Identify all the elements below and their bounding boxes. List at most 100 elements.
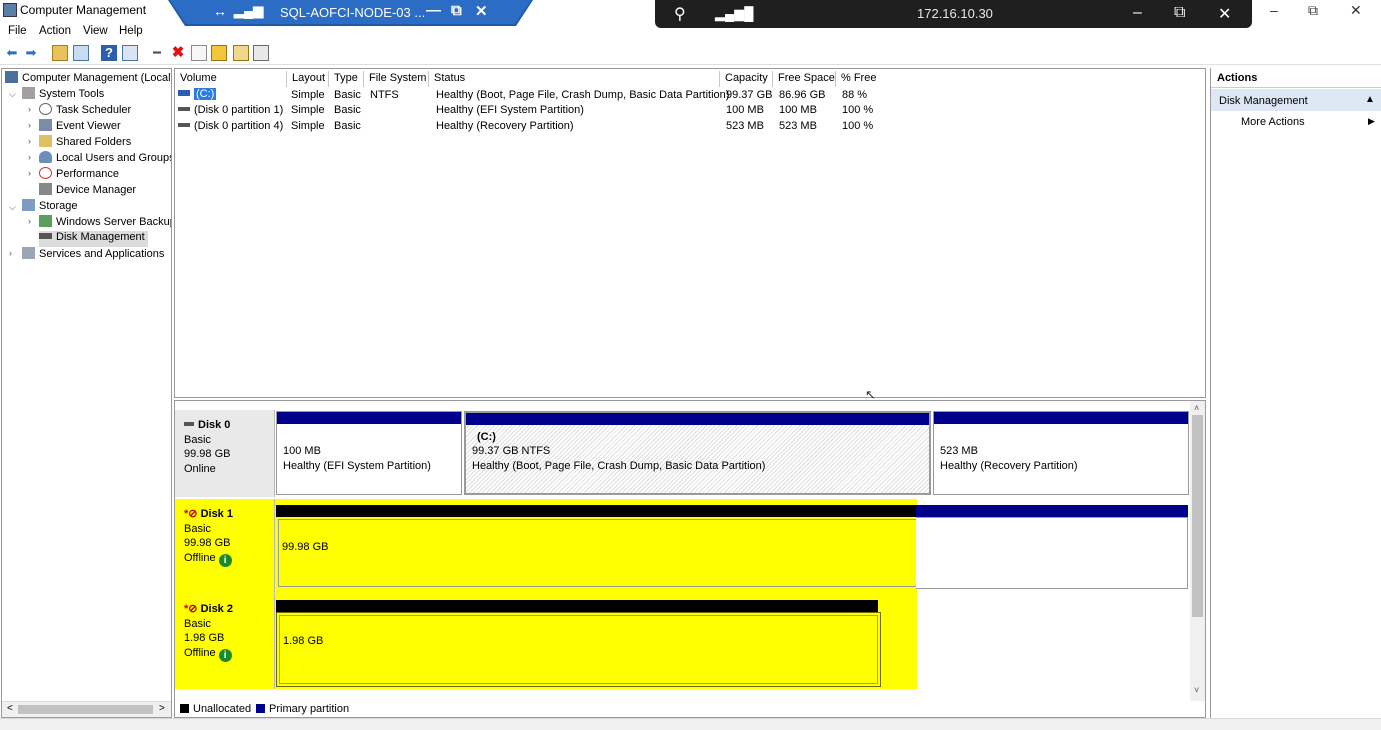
rdp-host-name: SQL-AOFCI-NODE-03 ... [280, 5, 426, 20]
pin-icon[interactable]: ↔ [213, 3, 227, 19]
tree-disk-management[interactable]: Disk Management [39, 231, 148, 247]
minimize-button[interactable]: – [1270, 2, 1278, 18]
menu-help[interactable]: Help [119, 25, 143, 37]
scroll-up-icon[interactable]: ˄ [1194, 403, 1199, 413]
table-cell: Simple [291, 120, 325, 132]
disk-map-scrollbar[interactable]: ˄ ˅ [1190, 401, 1205, 701]
tree-windows-server-backup[interactable]: Windows Server Backup [39, 215, 171, 231]
collapse-chevron-icon[interactable]: ⌵ [9, 89, 16, 100]
tree-device-manager[interactable]: Device Manager [39, 183, 136, 199]
forward-icon[interactable]: ➡ [23, 45, 39, 61]
expand-chevron-icon[interactable]: › [28, 168, 31, 178]
table-row-volume[interactable]: (C:) [194, 88, 217, 100]
offline-disk-icon: *⊘ [184, 603, 198, 615]
expand-chevron-icon[interactable]: › [28, 136, 31, 146]
unpin-icon[interactable]: ⚲ [674, 4, 686, 24]
actions-header: Actions [1211, 68, 1381, 88]
help-icon[interactable]: ? [101, 45, 117, 61]
disk-0-c-partition[interactable]: (C:) 99.37 GB NTFS Healthy (Boot, Page F… [464, 411, 931, 495]
partition-inner-border [279, 615, 878, 684]
up-folder-icon[interactable] [52, 45, 68, 61]
column-header-status[interactable]: Status [429, 71, 720, 87]
list-view-icon[interactable] [253, 45, 269, 61]
actions-section-disk-management[interactable]: Disk Management ▲ [1211, 89, 1381, 111]
partition-status: Healthy (Recovery Partition) [940, 460, 1078, 472]
check-icon[interactable] [191, 45, 207, 61]
column-header-volume[interactable]: Volume [175, 71, 287, 87]
tree-horizontal-scrollbar[interactable]: < > [2, 701, 171, 717]
back-icon[interactable]: ⬅ [4, 45, 20, 61]
scroll-left-icon[interactable]: < [7, 703, 13, 714]
maximize-button[interactable]: ⧉ [1308, 2, 1318, 19]
unallocated-bar [276, 600, 878, 612]
tree-device-manager-label: Device Manager [56, 184, 137, 196]
table-row-volume[interactable]: (Disk 0 partition 4) [194, 120, 283, 132]
tree-storage[interactable]: Storage [22, 199, 78, 215]
info-icon[interactable]: i [218, 648, 232, 662]
tree-root[interactable]: Computer Management (Local) [5, 71, 171, 87]
disk-1-label[interactable]: *⊘ Disk 1 Basic 99.98 GB Offline i [175, 499, 275, 593]
tree-task-scheduler[interactable]: Task Scheduler [39, 103, 131, 119]
column-header-percent-free[interactable]: % Free [836, 71, 1204, 87]
rdp-close-button[interactable]: ✕ [475, 2, 488, 20]
menu-file[interactable]: File [8, 25, 27, 37]
disk-0-efi-partition[interactable]: 100 MB Healthy (EFI System Partition) [276, 411, 462, 495]
column-header-type[interactable]: Type [329, 71, 364, 87]
disk-0-label[interactable]: Disk 0 Basic 99.98 GB Online [175, 410, 275, 497]
properties-icon[interactable] [122, 45, 138, 61]
collapse-chevron-icon[interactable]: ⌵ [9, 202, 16, 213]
expand-chevron-icon[interactable]: › [28, 104, 31, 114]
legend: Unallocated Primary partition [174, 700, 1206, 718]
connection-minimize-button[interactable]: – [1133, 4, 1142, 22]
expand-chevron-icon[interactable]: › [28, 120, 31, 130]
tree-services-apps[interactable]: Services and Applications [22, 247, 164, 263]
connect-icon[interactable]: ━ [149, 45, 165, 61]
table-cell: 100 MB [779, 104, 817, 116]
scroll-thumb[interactable] [1192, 415, 1203, 617]
disk-1-state: Offline [184, 551, 216, 564]
table-row-volume[interactable]: (Disk 0 partition 1) [194, 104, 283, 116]
column-header-free-space[interactable]: Free Space [773, 71, 836, 87]
table-cell: NTFS [370, 89, 399, 101]
expand-chevron-icon[interactable]: › [28, 152, 31, 162]
expand-chevron-icon[interactable]: › [9, 248, 12, 258]
connection-close-button[interactable]: ✕ [1218, 4, 1231, 24]
tree-services-label: Services and Applications [39, 248, 165, 260]
users-icon [39, 151, 52, 163]
menu-view[interactable]: View [83, 25, 108, 37]
tree-performance[interactable]: Performance [39, 167, 119, 183]
rdp-minimize-button[interactable]: — [426, 2, 441, 19]
expand-chevron-icon[interactable]: › [28, 216, 31, 226]
collapse-up-icon[interactable]: ▲ [1365, 94, 1375, 105]
tree-system-tools[interactable]: System Tools [22, 87, 104, 103]
connection-restore-button[interactable]: ⧉ [1174, 4, 1185, 22]
info-icon[interactable]: i [218, 553, 232, 567]
show-hide-tree-icon[interactable] [73, 45, 89, 61]
more-actions-item[interactable]: More Actions [1241, 116, 1305, 128]
disk-2-partition[interactable]: 1.98 GB [276, 612, 881, 687]
scroll-right-icon[interactable]: > [159, 703, 165, 714]
tree-shared-folders[interactable]: Shared Folders [39, 135, 131, 151]
table-cell: Basic [334, 120, 361, 132]
shared-folder-icon [39, 135, 52, 147]
partition-box-remainder [916, 517, 1188, 589]
column-header-layout[interactable]: Layout [287, 71, 329, 87]
scroll-down-icon[interactable]: ˅ [1194, 685, 1199, 695]
column-header-capacity[interactable]: Capacity [720, 71, 773, 87]
table-cell: 88 % [842, 89, 868, 101]
disk-1-partition[interactable]: 99.98 GB [278, 519, 916, 587]
disk-2-label[interactable]: *⊘ Disk 2 Basic 1.98 GB Offline i [175, 594, 275, 689]
delete-icon[interactable]: ✖ [170, 45, 186, 61]
tree-local-users[interactable]: Local Users and Groups [39, 151, 171, 167]
close-button[interactable]: ✕ [1350, 2, 1362, 19]
column-header-filesystem[interactable]: File System [364, 71, 429, 87]
rdp-restore-button[interactable]: ⧉ [451, 2, 462, 19]
tree-event-viewer[interactable]: Event Viewer [39, 119, 121, 135]
folder-icon[interactable] [211, 45, 227, 61]
menu-action[interactable]: Action [39, 25, 71, 37]
disk-0-recovery-partition[interactable]: 523 MB Healthy (Recovery Partition) [933, 411, 1189, 495]
table-cell: 100 % [842, 104, 874, 116]
scroll-thumb[interactable] [18, 705, 153, 714]
primary-partition-bar [934, 412, 1188, 424]
search-folder-icon[interactable] [233, 45, 249, 61]
